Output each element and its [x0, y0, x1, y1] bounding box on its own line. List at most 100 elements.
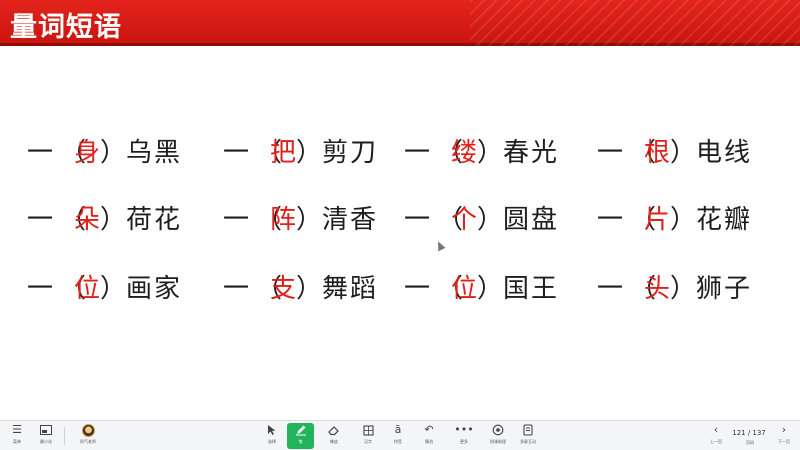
noun-text: 花瓣 — [696, 204, 753, 235]
open-paren: （ — [630, 204, 657, 235]
measure-phrase: 一（支）舞蹈 — [216, 266, 378, 306]
page-label-box: 页码 — [737, 438, 763, 448]
page-label: 页码 — [746, 440, 754, 445]
measure-word: 支 — [270, 273, 297, 304]
measure-word: 位 — [451, 273, 478, 304]
noun-text: 清香 — [322, 204, 379, 235]
measure-word: 缕 — [451, 137, 478, 168]
close-paren: ） — [100, 273, 127, 304]
close-paren: ） — [477, 273, 504, 304]
eraser-tool-label: 橡皮 — [330, 439, 338, 444]
noun-text: 圆盘 — [503, 204, 560, 235]
numeral-one: 一 — [222, 137, 249, 168]
open-paren: （ — [60, 137, 87, 168]
pen-tool-button[interactable]: 笔 — [287, 423, 314, 449]
avatar-icon — [81, 423, 95, 437]
open-paren: （ — [630, 273, 657, 304]
pinyin-tool-label: 拼音 — [394, 439, 402, 444]
measure-word: 根 — [644, 137, 671, 168]
teaching-assistant-button[interactable]: 授课助理 — [485, 423, 511, 449]
next-page-label: 下一页 — [778, 439, 790, 444]
measure-phrase: 一（阵）清香 — [216, 197, 378, 237]
measure-phrase: 一（片）花瓣 — [590, 197, 752, 237]
menu-button[interactable]: ☰ 菜单 — [4, 423, 30, 449]
numeral-one: 一 — [596, 204, 623, 235]
measure-phrase: 一（位）国王 — [397, 266, 559, 306]
teacher-name-label: 阿气老师 — [80, 439, 96, 444]
noun-text: 春光 — [503, 137, 560, 168]
more-icon: ••• — [454, 423, 474, 436]
phrase-grid: 一（身）乌黑 一（把）剪刀 一（缕）春光 一（根）电线 一（朵）荷花 一（阵）清… — [0, 0, 800, 420]
measure-word: 头 — [644, 273, 671, 304]
pinyin-tool-button[interactable]: ā 拼音 — [385, 423, 411, 449]
measure-word: 阵 — [270, 204, 297, 235]
close-paren: ） — [296, 137, 323, 168]
numeral-one: 一 — [403, 204, 430, 235]
minimize-label: 最小化 — [40, 439, 52, 444]
open-paren: （ — [630, 137, 657, 168]
measure-phrase: 一（根）电线 — [590, 130, 752, 170]
eraser-tool-button[interactable]: 橡皮 — [321, 423, 347, 449]
open-paren: （ — [60, 273, 87, 304]
open-paren: （ — [256, 137, 283, 168]
more-label: 更多 — [460, 439, 468, 444]
menu-icon: ☰ — [12, 423, 22, 436]
pen-tool-label: 笔 — [298, 439, 303, 444]
measure-phrase: 一（把）剪刀 — [216, 130, 378, 170]
minimize-button[interactable]: 最小化 — [33, 423, 59, 449]
noun-text: 电线 — [696, 137, 753, 168]
noun-text: 国王 — [503, 273, 560, 304]
measure-phrase: 一（缕）春光 — [397, 130, 559, 170]
teacher-profile-button[interactable]: 阿气老师 — [75, 423, 101, 449]
prev-page-button[interactable]: ‹ 上一页 — [703, 423, 729, 449]
menu-label: 菜单 — [13, 439, 21, 444]
phrase-row: 一（身）乌黑 一（把）剪刀 一（缕）春光 一（根）电线 — [0, 130, 800, 170]
hanzi-tool-button[interactable]: 汉字 — [355, 423, 381, 449]
phrase-row: 一（位）画家 一（支）舞蹈 一（位）国王 一（头）狮子 — [0, 266, 800, 306]
open-paren: （ — [437, 204, 464, 235]
numeral-one: 一 — [596, 137, 623, 168]
undo-label: 撤消 — [425, 439, 433, 444]
prev-page-label: 上一页 — [710, 439, 722, 444]
bottom-toolbar: ☰ 菜单 最小化 阿气老师 选择 笔 橡皮 汉字 ā 拼音 ↶ 撤消 ••• 更… — [0, 420, 800, 450]
noun-text: 画家 — [126, 273, 183, 304]
more-button[interactable]: ••• 更多 — [451, 423, 477, 449]
hanzi-tool-label: 汉字 — [364, 439, 372, 444]
measure-phrase: 一（个）圆盘 — [397, 197, 559, 237]
measure-word: 朵 — [74, 204, 101, 235]
measure-phrase: 一（身）乌黑 — [20, 130, 182, 170]
next-page-button[interactable]: › 下一页 — [771, 423, 797, 449]
close-paren: ） — [100, 204, 127, 235]
close-paren: ） — [477, 204, 504, 235]
measure-phrase: 一（朵）荷花 — [20, 197, 182, 237]
close-paren: ） — [477, 137, 504, 168]
measure-phrase: 一（头）狮子 — [590, 266, 752, 306]
measure-word: 个 — [451, 204, 478, 235]
chevron-left-icon: ‹ — [713, 423, 719, 436]
open-paren: （ — [60, 204, 87, 235]
teaching-assistant-label: 授课助理 — [490, 439, 506, 444]
numeral-one: 一 — [26, 137, 53, 168]
undo-button[interactable]: ↶ 撤消 — [416, 423, 442, 449]
numeral-one: 一 — [26, 273, 53, 304]
measure-phrase: 一（位）画家 — [20, 266, 182, 306]
minimize-icon — [39, 423, 53, 437]
measure-word: 位 — [74, 273, 101, 304]
noun-text: 舞蹈 — [322, 273, 379, 304]
close-paren: ） — [670, 204, 697, 235]
open-paren: （ — [437, 137, 464, 168]
screen-record-icon — [491, 423, 505, 437]
close-paren: ） — [100, 137, 127, 168]
undo-icon: ↶ — [424, 423, 434, 436]
noun-text: 乌黑 — [126, 137, 183, 168]
multiscreen-button[interactable]: 多屏互动 — [515, 423, 541, 449]
numeral-one: 一 — [222, 204, 249, 235]
close-paren: ） — [296, 273, 323, 304]
close-paren: ） — [296, 204, 323, 235]
numeral-one: 一 — [403, 137, 430, 168]
noun-text: 剪刀 — [322, 137, 379, 168]
cursor-arrow-icon — [265, 423, 279, 437]
multiscreen-icon — [521, 423, 535, 437]
select-tool-button[interactable]: 选择 — [259, 423, 285, 449]
open-paren: （ — [437, 273, 464, 304]
